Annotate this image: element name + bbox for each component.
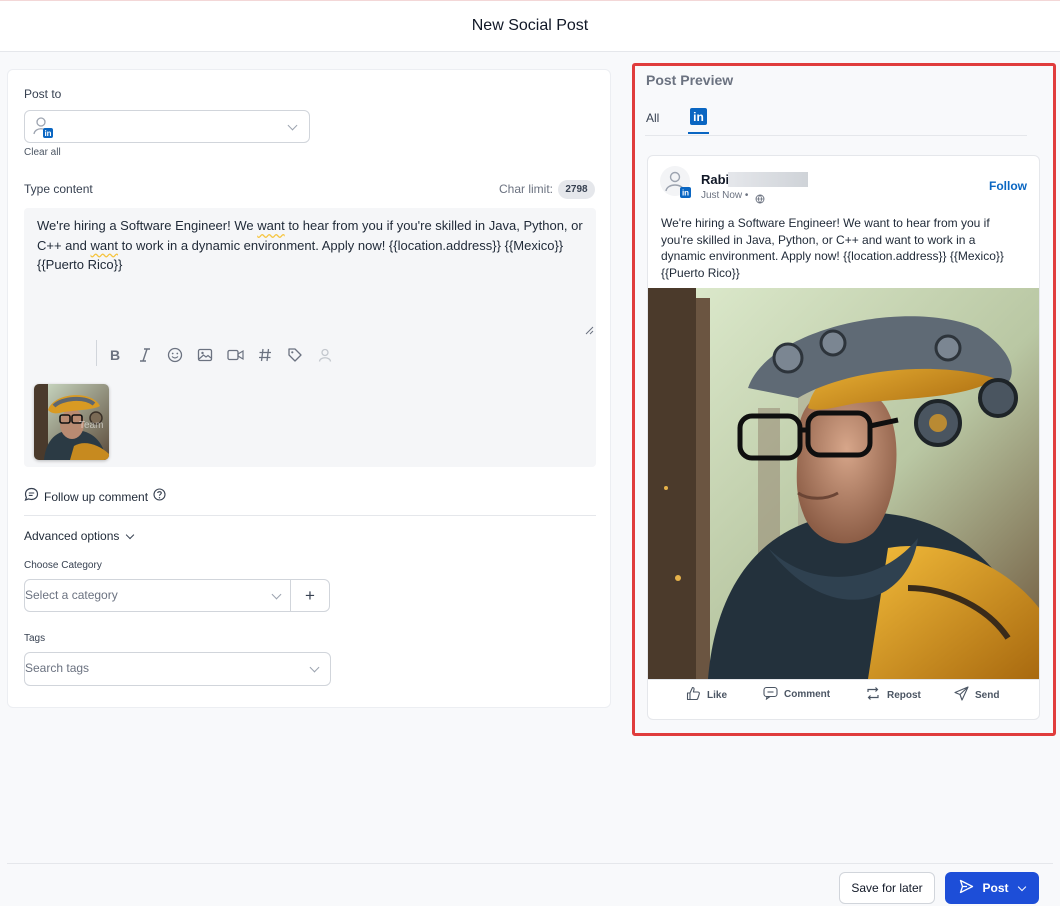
image-icon[interactable]	[195, 345, 215, 365]
clear-all-link[interactable]: Clear all	[24, 147, 61, 158]
redacted-name-block	[728, 172, 808, 187]
preview-title: Post Preview	[646, 72, 734, 88]
save-for-later-button[interactable]: Save for later	[839, 872, 935, 904]
attachment-watermark: Team	[79, 420, 104, 431]
chevron-down-icon[interactable]	[1017, 882, 1026, 891]
attachment-thumbnail[interactable]: Team	[34, 384, 109, 460]
content-editor[interactable]: We're hiring a Software Engineer! We wan…	[24, 208, 596, 467]
comment-icon	[763, 686, 778, 703]
emoji-icon[interactable]	[165, 345, 185, 365]
advanced-options-label: Advanced options	[24, 529, 120, 543]
tags-label: Tags	[24, 633, 46, 644]
tab-linkedin[interactable]: in	[688, 106, 709, 134]
category-select[interactable]: Select a category +	[24, 579, 330, 612]
svg-text:B: B	[110, 348, 120, 362]
tags-select[interactable]: Search tags	[24, 652, 331, 686]
follow-button[interactable]: Follow	[989, 179, 1027, 193]
post-to-label: Post to	[24, 87, 62, 101]
resize-handle-icon[interactable]	[584, 322, 594, 340]
repost-label: Repost	[887, 689, 921, 701]
chevron-down-icon	[309, 662, 320, 673]
tags-placeholder: Search tags	[25, 661, 90, 675]
add-category-button[interactable]: +	[291, 580, 329, 611]
content-segment: We're hiring a Software Engineer! We	[37, 218, 258, 233]
like-button[interactable]: Like	[686, 686, 727, 704]
chevron-down-icon	[126, 530, 135, 539]
send-icon	[954, 686, 969, 704]
follow-up-label: Follow up comment	[44, 490, 149, 504]
advanced-options-toggle[interactable]: Advanced options	[24, 529, 135, 543]
spellcheck-word: want	[257, 218, 285, 233]
chevron-down-icon	[287, 120, 298, 131]
post-label: Post	[982, 881, 1009, 895]
tag-icon[interactable]	[285, 345, 305, 365]
type-content-label: Type content	[24, 182, 93, 196]
account-select[interactable]: in	[24, 110, 310, 143]
linkedin-account-avatar-icon: in	[33, 116, 55, 143]
tabs-divider	[645, 135, 1027, 136]
post-button[interactable]: Post	[945, 872, 1039, 904]
send-label: Send	[975, 689, 1000, 701]
like-label: Like	[707, 689, 728, 701]
hashtag-icon[interactable]	[255, 345, 275, 365]
svg-text:in: in	[44, 129, 51, 138]
compose-panel: Post to in Clear all Type content Char l…	[7, 69, 611, 708]
post-timestamp: Just Now •	[701, 190, 749, 201]
category-placeholder: Select a category	[25, 588, 118, 602]
content-text[interactable]: We're hiring a Software Engineer! We wan…	[37, 216, 587, 275]
chevron-down-icon	[271, 589, 282, 600]
section-divider	[24, 515, 596, 516]
send-button[interactable]: Send	[954, 686, 999, 704]
thumbs-up-icon	[686, 686, 701, 704]
bold-icon[interactable]: B	[105, 345, 125, 365]
linkedin-post-card: in Rabi Just Now • Follow We're hiring a…	[647, 155, 1040, 720]
comment-icon	[24, 487, 39, 507]
italic-icon[interactable]	[135, 345, 155, 365]
toolbar-divider	[96, 340, 97, 366]
top-bar: New Social Post	[0, 0, 1060, 52]
linkedin-icon: in	[690, 108, 707, 125]
comment-label: Comment	[784, 689, 831, 700]
post-text: We're hiring a Software Engineer! We wan…	[661, 216, 1004, 280]
mention-user-icon[interactable]	[315, 345, 335, 365]
char-limit-badge: 2798	[558, 180, 595, 199]
tab-all[interactable]: All	[646, 111, 659, 125]
footer-divider	[7, 863, 1053, 864]
post-image	[648, 288, 1039, 679]
repost-icon	[865, 686, 881, 704]
repost-button[interactable]: Repost	[865, 686, 921, 704]
svg-text:in: in	[682, 189, 689, 198]
spellcheck-word: want	[90, 237, 118, 253]
post-image-illustration	[648, 288, 1039, 679]
comment-button[interactable]: Comment	[763, 686, 830, 703]
author-avatar-icon: in	[660, 166, 694, 205]
video-icon[interactable]	[225, 345, 245, 365]
help-icon[interactable]	[153, 488, 166, 506]
actions-divider	[648, 679, 1039, 680]
author-name: Rabi	[701, 172, 730, 187]
send-icon	[959, 879, 974, 897]
globe-icon	[755, 191, 765, 209]
category-label: Choose Category	[24, 560, 102, 571]
post-preview-panel: Post Preview All in in Rabi Just Now • F…	[632, 63, 1056, 736]
follow-up-comment-toggle[interactable]: Follow up comment	[24, 487, 166, 507]
page-title: New Social Post	[471, 17, 589, 34]
char-limit-label: Char limit:	[499, 182, 554, 196]
